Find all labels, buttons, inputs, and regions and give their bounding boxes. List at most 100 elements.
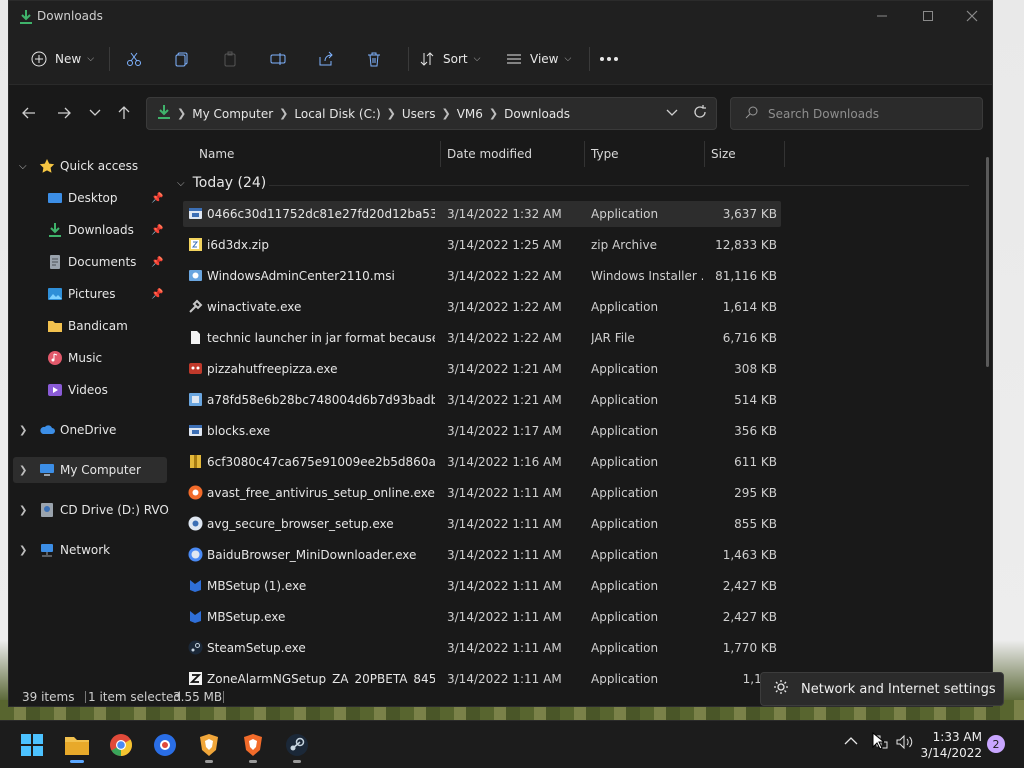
back-button[interactable]	[17, 101, 41, 125]
rename-button[interactable]	[268, 45, 288, 73]
table-row[interactable]: winactivate.exe 3/14/2022 1:22 AM Applicat…	[183, 294, 781, 320]
sort-button[interactable]: Sort ⌵	[417, 45, 480, 73]
copy-button[interactable]	[172, 45, 192, 73]
chevron-right-icon[interactable]: ❯	[19, 425, 27, 436]
table-row[interactable]: BaiduBrowser_MiniDownloader.exe 3/14/2022…	[183, 542, 781, 568]
file-name: i6d3dx.zip	[207, 238, 270, 252]
table-row[interactable]: avg_secure_browser_setup.exe 3/14/2022 1:…	[183, 511, 781, 537]
taskbar-chrome[interactable]	[105, 729, 137, 761]
table-row[interactable]: avast_free_antivirus_setup_online.exe 3/1…	[183, 480, 781, 506]
table-row[interactable]: MBSetup (1).exe 3/14/2022 1:11 AM Applicat…	[183, 573, 781, 599]
sidebar-item-pictures[interactable]: Pictures 📌	[9, 281, 167, 307]
sidebar-item-quick-access[interactable]: ⌵ Quick access	[9, 153, 167, 179]
group-divider	[269, 185, 969, 186]
chevron-right-icon[interactable]: ❯	[19, 545, 27, 556]
table-row[interactable]: SteamSetup.exe 3/14/2022 1:11 AM Applicati…	[183, 635, 781, 661]
up-button[interactable]	[112, 101, 136, 125]
breadcrumb-downloads[interactable]: Downloads	[504, 107, 570, 121]
chevron-right-icon[interactable]: ❯	[19, 465, 27, 476]
file-name: 6cf3080c47ca675e91009ee2b5d860a383aa...	[207, 455, 435, 469]
refresh-button[interactable]	[692, 104, 708, 123]
table-row[interactable]: pizzahutfreepizza.exe 3/14/2022 1:21 AM Ap…	[183, 356, 781, 382]
sidebar-item-label: Pictures	[68, 287, 116, 301]
column-date-header[interactable]: Date modified	[447, 147, 532, 161]
forward-button[interactable]	[52, 101, 76, 125]
address-bar[interactable]: ❯ My Computer ❯ Local Disk (C:) ❯ Users …	[146, 97, 717, 130]
file-size: 295 KB	[734, 486, 777, 500]
star-icon	[39, 158, 55, 174]
sidebar-item-downloads[interactable]: Downloads 📌	[9, 217, 167, 243]
taskbar-browser-1[interactable]	[149, 729, 181, 761]
running-indicator	[205, 760, 213, 763]
chevron-right-icon[interactable]: ❯	[19, 505, 27, 516]
sidebar-item-videos[interactable]: Videos	[9, 377, 167, 403]
table-row[interactable]: 6cf3080c47ca675e91009ee2b5d860a383aa... 3…	[183, 449, 781, 475]
table-row[interactable]: technic launcher in jar format because f…	[183, 325, 781, 351]
chevron-down-icon[interactable]: ⌵	[177, 178, 185, 189]
breadcrumb-local-disk[interactable]: Local Disk (C:)	[294, 107, 380, 121]
sidebar-item-network[interactable]: ❯ Network	[9, 537, 167, 563]
maximize-button[interactable]	[905, 1, 951, 31]
plus-circle-icon	[29, 49, 49, 69]
vertical-scrollbar[interactable]	[986, 157, 989, 367]
breadcrumb-users[interactable]: Users	[402, 107, 436, 121]
more-options-button[interactable]	[599, 45, 619, 73]
sidebar-item-music[interactable]: Music	[9, 345, 167, 371]
malwarebytes-icon	[188, 609, 203, 624]
column-divider[interactable]	[704, 141, 705, 167]
close-button[interactable]	[949, 1, 992, 31]
sidebar-item-bandicam[interactable]: Bandicam	[9, 313, 167, 339]
table-row[interactable]: MBSetup.exe 3/14/2022 1:11 AM Application 2…	[183, 604, 781, 630]
chevron-down-icon[interactable]: ⌵	[19, 161, 27, 172]
breadcrumb-my-computer[interactable]: My Computer	[192, 107, 273, 121]
network-settings-flyout[interactable]: Network and Internet settings	[760, 672, 1004, 706]
table-row[interactable]: i6d3dx.zip 3/14/2022 1:25 AM zip Archive 12…	[183, 232, 781, 258]
status-divider	[223, 691, 224, 703]
taskbar-file-explorer[interactable]	[61, 729, 93, 763]
sidebar-item-label: Videos	[68, 383, 108, 397]
table-row[interactable]: a78fd58e6b28bc748004d6b7d93badbaf3d... 3/…	[183, 387, 781, 413]
start-button[interactable]	[16, 729, 48, 761]
volume-tray-button[interactable]	[896, 734, 914, 753]
cut-button[interactable]	[124, 45, 144, 73]
sidebar-item-my-computer[interactable]: ❯ My Computer	[13, 457, 167, 483]
table-row[interactable]: 0466c30d11752dc81e27fd20d12ba53b418... 3/…	[183, 201, 781, 227]
column-divider[interactable]	[440, 141, 441, 167]
new-button[interactable]: New ⌵	[29, 45, 94, 73]
table-row[interactable]: blocks.exe 3/14/2022 1:17 AM Application 35…	[183, 418, 781, 444]
delete-button[interactable]	[364, 45, 384, 73]
taskbar-steam[interactable]	[281, 729, 313, 763]
trash-icon	[364, 49, 384, 69]
sidebar-item-cd-drive[interactable]: ❯ CD Drive (D:) RVOA	[9, 497, 177, 523]
share-button[interactable]	[316, 45, 336, 73]
search-input[interactable]	[768, 106, 958, 121]
column-type-header[interactable]: Type	[591, 147, 619, 161]
column-divider[interactable]	[784, 141, 785, 167]
file-size: 356 KB	[734, 424, 777, 438]
clock[interactable]: 1:33 AM 3/14/2022	[920, 729, 982, 761]
file-date: 3/14/2022 1:21 AM	[447, 393, 562, 407]
column-divider[interactable]	[584, 141, 585, 167]
chevron-down-icon: ⌵	[473, 54, 481, 64]
notification-badge[interactable]: 2	[987, 735, 1005, 753]
minimize-button[interactable]	[859, 1, 905, 31]
sidebar-item-onedrive[interactable]: ❯ OneDrive	[9, 417, 167, 443]
address-history-dropdown[interactable]	[666, 106, 678, 120]
view-button[interactable]: View ⌵	[504, 45, 571, 73]
table-row[interactable]: WindowsAdminCenter2110.msi 3/14/2022 1:22…	[183, 263, 781, 289]
taskbar-brave-1[interactable]	[193, 729, 225, 763]
column-size-header[interactable]: Size	[711, 147, 736, 161]
breadcrumb-vm6[interactable]: VM6	[457, 107, 483, 121]
sidebar-item-documents[interactable]: Documents 📌	[9, 249, 167, 275]
sidebar-item-desktop[interactable]: Desktop 📌	[9, 185, 167, 211]
taskbar-brave-2[interactable]	[237, 729, 269, 763]
group-header-today[interactable]: ⌵ Today (24)	[177, 175, 266, 191]
file-size: 308 KB	[734, 362, 777, 376]
view-label: View	[530, 52, 559, 66]
file-size: 1,614 KB	[722, 300, 777, 314]
column-name-header[interactable]: Name	[199, 147, 234, 161]
search-box[interactable]	[730, 97, 983, 130]
recent-locations-button[interactable]	[83, 101, 107, 125]
paste-button[interactable]	[220, 45, 240, 73]
show-hidden-icons-button[interactable]	[844, 735, 858, 749]
